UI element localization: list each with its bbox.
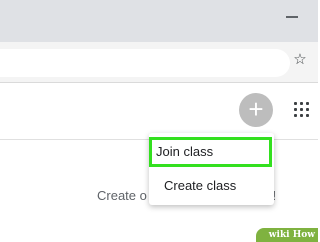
browser-title-bar xyxy=(0,0,318,42)
minimize-icon[interactable] xyxy=(286,16,298,18)
apps-grid-icon[interactable] xyxy=(294,102,310,118)
create-class-menu-item[interactable]: Create class xyxy=(149,171,274,201)
classroom-app-bar: + xyxy=(0,83,318,140)
add-class-menu: Join class Create class xyxy=(149,133,274,205)
star-icon[interactable]: ☆ xyxy=(292,52,308,68)
browser-toolbar: ☆ xyxy=(0,42,318,83)
add-class-button[interactable]: + xyxy=(239,93,273,127)
create-class-prompt: Create o xyxy=(97,188,147,203)
wikihow-watermark: wiki How xyxy=(256,228,318,242)
join-class-menu-item[interactable]: Join class xyxy=(149,137,272,167)
address-bar[interactable] xyxy=(0,49,290,77)
